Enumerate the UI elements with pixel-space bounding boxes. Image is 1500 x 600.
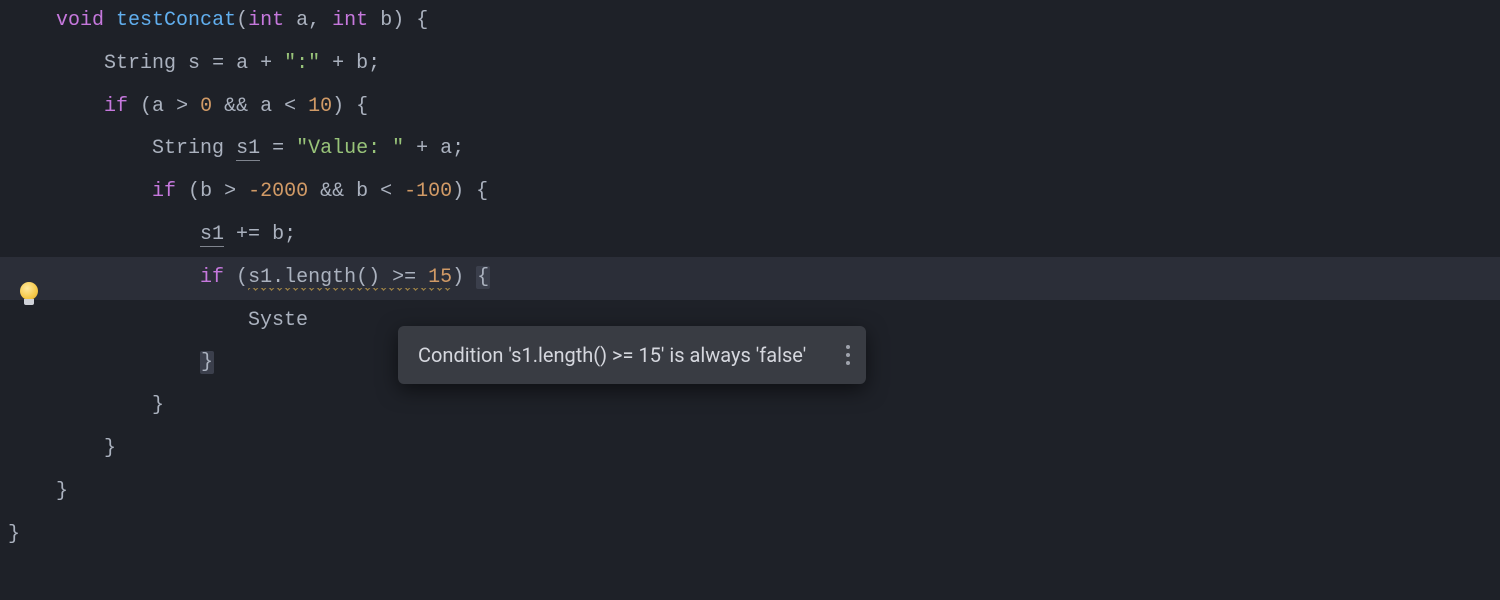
code-line[interactable]: } bbox=[0, 514, 1500, 557]
keyword-if: if bbox=[152, 180, 176, 203]
code-line[interactable]: String s = a + ":" + b; bbox=[0, 43, 1500, 86]
param-a: a bbox=[296, 9, 308, 32]
var-s1: s1 bbox=[236, 137, 260, 161]
code-line-warning[interactable]: if (s1.length() >= 15) { bbox=[0, 257, 1500, 300]
method-name: testConcat bbox=[116, 9, 236, 32]
paren: ( bbox=[236, 9, 248, 32]
string-literal: "Value: " bbox=[296, 137, 404, 160]
keyword-int: int bbox=[248, 9, 284, 32]
inspection-tooltip[interactable]: Condition 's1.length() >= 15' is always … bbox=[398, 326, 866, 384]
code-area[interactable]: void testConcat(int a, int b) { String s… bbox=[0, 0, 1500, 600]
string-literal: ":" bbox=[284, 52, 320, 75]
tooltip-message: Condition 's1.length() >= 15' is always … bbox=[418, 342, 806, 368]
code-line[interactable]: if (a > 0 && a < 10) { bbox=[0, 86, 1500, 129]
code-line[interactable]: s1 += b; bbox=[0, 214, 1500, 257]
code-editor[interactable]: void testConcat(int a, int b) { String s… bbox=[0, 0, 1500, 600]
keyword-if: if bbox=[104, 95, 128, 118]
bulb-base bbox=[24, 299, 34, 305]
more-vert-icon[interactable] bbox=[846, 345, 850, 365]
var-s1: s1 bbox=[200, 223, 224, 247]
matched-brace: { bbox=[476, 266, 490, 289]
keyword-if: if bbox=[200, 266, 224, 289]
bulb-glow bbox=[20, 282, 38, 300]
warning-span[interactable]: s1.length() >= 15 bbox=[248, 266, 452, 291]
keyword-int: int bbox=[332, 9, 368, 32]
truncated-code: Syste bbox=[248, 309, 308, 332]
code-line[interactable]: } bbox=[0, 471, 1500, 514]
type-string: String bbox=[104, 52, 176, 75]
code-line[interactable]: } bbox=[0, 385, 1500, 428]
intention-bulb-icon[interactable] bbox=[18, 282, 40, 310]
matched-brace: } bbox=[200, 351, 214, 374]
code-line[interactable]: void testConcat(int a, int b) { bbox=[0, 0, 1500, 43]
code-line[interactable]: if (b > -2000 && b < -100) { bbox=[0, 171, 1500, 214]
param-b: b bbox=[380, 9, 392, 32]
code-line[interactable]: String s1 = "Value: " + a; bbox=[0, 128, 1500, 171]
code-line[interactable]: } bbox=[0, 428, 1500, 471]
keyword-void: void bbox=[56, 9, 104, 32]
